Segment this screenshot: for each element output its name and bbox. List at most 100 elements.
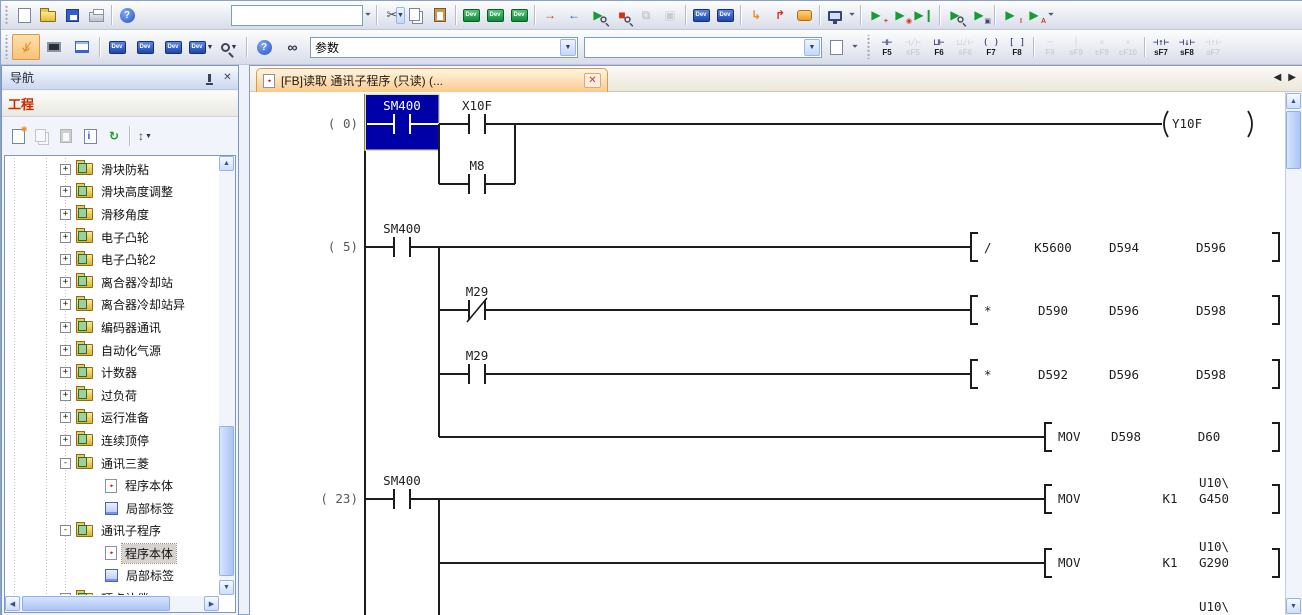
device-display-dropdown[interactable]: Dev▼ [187, 34, 215, 60]
close-branch-button[interactable]: ⊔∕⊢sF6 [952, 33, 978, 61]
paste-button[interactable] [428, 4, 452, 26]
close-tab-button[interactable]: ✕ [584, 73, 601, 88]
tab-scroll-left-icon[interactable]: ◀ [1274, 72, 1282, 83]
monitor-write-button[interactable]: ▶◉ [888, 4, 912, 26]
read-from-plc-button[interactable]: Dev [483, 4, 507, 26]
monitor-start-button[interactable]: ▶+ [864, 4, 888, 26]
ladder-canvas[interactable]: ( 0) SM400 X10F M8 Y10F ( 5) [250, 92, 1285, 615]
navigation-window-toggle[interactable]: ⫝̸ [12, 34, 40, 60]
scroll-left-button[interactable]: ◀ [5, 596, 20, 611]
tree-item-program-selected[interactable]: ◂▸程序本体 [5, 542, 219, 565]
chevron-down-icon[interactable]: ▼ [560, 39, 576, 56]
scroll-thumb[interactable] [22, 596, 170, 611]
device-list-button[interactable]: Dev [131, 34, 159, 60]
toolbar-grip[interactable] [4, 5, 9, 25]
scroll-right-button[interactable]: ▶ [204, 596, 219, 611]
scroll-up-button[interactable]: ▲ [1286, 93, 1301, 109]
scroll-thumb[interactable] [1286, 111, 1301, 169]
find-prev-button[interactable]: ⧉ [634, 4, 658, 26]
monitor-a-button[interactable]: ▶A [1022, 4, 1046, 26]
monitor-stop-button[interactable]: ▶❙ [912, 4, 936, 26]
coil-button[interactable]: ( )F7 [978, 33, 1004, 61]
copy-button[interactable] [404, 4, 428, 26]
expand-icon[interactable]: + [60, 209, 71, 220]
monitor-i-button[interactable]: ▶I [998, 4, 1022, 26]
delete-hline-button[interactable]: ×cF9 [1089, 33, 1115, 61]
tree-item-folder[interactable]: -通讯三菱 [5, 452, 219, 475]
tree-vscrollbar[interactable]: ▲ ▼ [219, 156, 235, 595]
pin-button[interactable] [202, 71, 217, 85]
expand-icon[interactable]: + [60, 277, 71, 288]
chevron-down-icon[interactable]: ▼ [804, 39, 820, 56]
toolbar-overflow[interactable]: ⏷ [1046, 10, 1056, 20]
toolbar-grip[interactable] [4, 35, 9, 59]
comment-button[interactable] [792, 4, 816, 26]
scroll-down-button[interactable]: ▼ [1286, 598, 1301, 614]
document-tab[interactable]: ◂▸ [FB]读取 通讯子程序 (只读) (... ✕ [256, 68, 608, 92]
expand-icon[interactable]: + [60, 435, 71, 446]
expand-icon[interactable]: + [60, 412, 71, 423]
step-into-button[interactable]: ↳ [744, 4, 768, 26]
expand-icon[interactable]: + [60, 390, 71, 401]
expand-icon[interactable]: + [60, 254, 71, 265]
scroll-down-button[interactable]: ▼ [219, 580, 234, 595]
snapshot-button[interactable]: ▶▣ [967, 4, 991, 26]
tree-item-folder[interactable]: +顶点补偿 [5, 587, 219, 595]
application-instruction-button[interactable]: [ ]F8 [1004, 33, 1030, 61]
expand-icon[interactable]: - [60, 525, 71, 536]
help-button[interactable]: ? [250, 34, 278, 60]
watch-start-button[interactable]: ▶ [943, 4, 967, 26]
paste-data-button[interactable] [54, 125, 78, 147]
tree-item-folder[interactable]: +离合器冷却站 [5, 271, 219, 294]
editor-vscrollbar[interactable]: ▲ ▼ [1285, 92, 1302, 615]
scroll-up-button[interactable]: ▲ [219, 156, 234, 171]
tree-item-folder[interactable]: +滑块高度调整 [5, 181, 219, 204]
tree-item-folder[interactable]: +编码器通讯 [5, 316, 219, 339]
device-batch-button[interactable]: Dev [159, 34, 187, 60]
expand-icon[interactable]: - [60, 458, 71, 469]
data-properties-button[interactable] [78, 125, 102, 147]
remote-operation-button[interactable] [823, 4, 847, 26]
save-button[interactable] [60, 4, 84, 26]
expand-icon[interactable]: + [60, 186, 71, 197]
tree-item-folder[interactable]: +电子凸轮 [5, 226, 219, 249]
tree-item-label[interactable]: 局部标签 [5, 497, 219, 520]
window-select-combo[interactable]: ▼ [310, 37, 578, 58]
help-button[interactable]: ? [115, 4, 139, 26]
new-button[interactable] [12, 4, 36, 26]
expand-icon[interactable]: + [60, 367, 71, 378]
jump-prev-button[interactable]: ← [562, 4, 586, 26]
delete-vline-button[interactable]: ×cF10 [1115, 33, 1141, 61]
device-find-button[interactable]: Dev [103, 34, 131, 60]
find-in-page-button[interactable] [822, 34, 850, 60]
tree-item-folder[interactable]: +连续顶停 [5, 429, 219, 452]
device-display-button[interactable]: Dev [689, 4, 713, 26]
find-stop-button[interactable]: ■ [610, 4, 634, 26]
horizontal-line-button[interactable]: ─F9 [1037, 33, 1063, 61]
jump-next-button[interactable]: → [538, 4, 562, 26]
print-button[interactable] [84, 4, 108, 26]
expand-icon[interactable]: + [60, 345, 71, 356]
step-out-button[interactable]: ↱ [768, 4, 792, 26]
tree-item-folder[interactable]: +运行准备 [5, 407, 219, 430]
toolbar-grip[interactable] [866, 35, 871, 59]
device-comment-button[interactable] [68, 34, 96, 60]
tree-item-folder[interactable]: +离合器冷却站异 [5, 294, 219, 317]
toolbar-overflow[interactable]: ⏷ [363, 10, 373, 20]
device-test-dropdown[interactable]: ▼ [215, 34, 243, 60]
toolbar-overflow[interactable]: ⏷ [850, 42, 860, 52]
expand-icon[interactable]: + [60, 232, 71, 243]
falling-pulse-button[interactable]: ⊣↓⊢sF8 [1174, 33, 1200, 61]
tree-item-folder[interactable]: +自动化气源 [5, 339, 219, 362]
open-contact-button[interactable]: ⊣⊢F5 [874, 33, 900, 61]
expand-icon[interactable]: + [60, 299, 71, 310]
sort-dropdown[interactable]: ↕▼ [133, 125, 157, 147]
rising-pulse-button[interactable]: ⊣↑⊢sF7 [1148, 33, 1174, 61]
close-panel-button[interactable]: ✕ [220, 71, 235, 85]
find-start-button[interactable]: ▶ [586, 4, 610, 26]
find-combo[interactable]: ▼ [584, 37, 822, 58]
close-contact-button[interactable]: ⊣∕⊢sF5 [900, 33, 926, 61]
tree-hscrollbar[interactable]: ◀ ▶ [5, 596, 219, 612]
open-button[interactable] [36, 4, 60, 26]
find-button[interactable]: ∞ [278, 34, 306, 60]
